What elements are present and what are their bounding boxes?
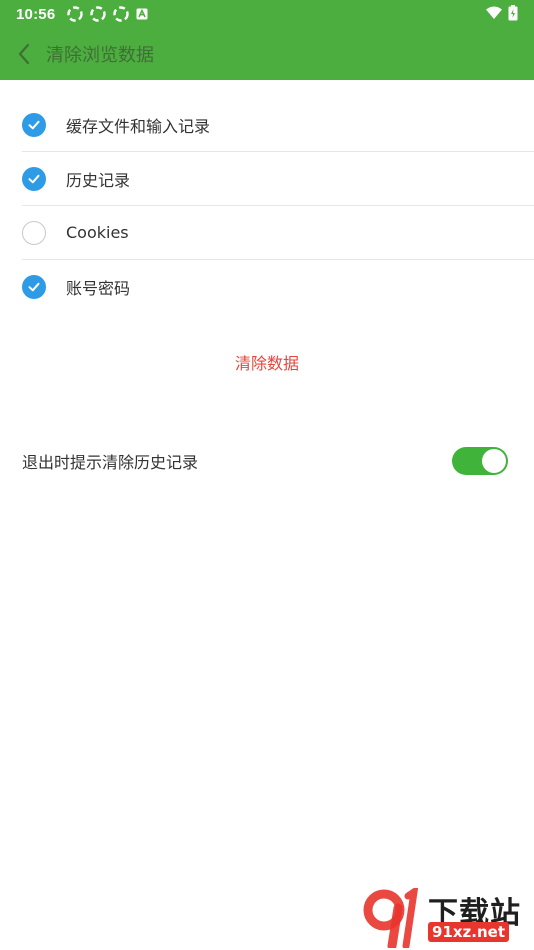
exit-prompt-label: 退出时提示清除历史记录 <box>22 453 199 472</box>
clear-options-list: 缓存文件和输入记录 历史记录 Cookies 账号密码 <box>22 98 534 314</box>
clear-data-button[interactable]: 清除数据 <box>0 350 534 374</box>
checkbox-checked-icon[interactable] <box>22 166 46 191</box>
back-button[interactable] <box>2 28 46 80</box>
chevron-left-icon <box>18 43 30 65</box>
status-system-icons <box>486 5 518 21</box>
option-label: 缓存文件和输入记录 <box>66 116 211 136</box>
checkbox-unchecked-icon[interactable] <box>22 220 46 245</box>
sync-icon <box>67 6 84 22</box>
sync-icon <box>90 6 107 22</box>
option-cache-and-input[interactable]: 缓存文件和输入记录 <box>22 98 534 152</box>
option-history[interactable]: 历史记录 <box>22 152 534 206</box>
option-passwords[interactable]: 账号密码 <box>22 260 534 314</box>
page-title: 清除浏览数据 <box>46 45 154 66</box>
wifi-icon <box>486 6 502 19</box>
watermark-91-logo-icon <box>363 888 419 948</box>
checkbox-checked-icon[interactable] <box>22 112 46 137</box>
exit-prompt-toggle[interactable] <box>452 447 508 475</box>
watermark-url: 91xz.net <box>428 922 510 942</box>
option-label: Cookies <box>66 223 129 242</box>
exit-prompt-setting: 退出时提示清除历史记录 <box>22 446 508 476</box>
watermark-logo: 下载站 91xz.net <box>362 888 532 948</box>
app-bar: 清除浏览数据 <box>0 28 534 80</box>
option-cookies[interactable]: Cookies <box>22 206 534 260</box>
status-time: 10:56 <box>16 5 56 23</box>
battery-icon <box>508 5 518 21</box>
status-notification-icons <box>67 6 148 22</box>
status-bar: 10:56 <box>0 0 534 28</box>
toggle-knob <box>482 449 506 473</box>
option-label: 账号密码 <box>66 279 131 298</box>
checkbox-checked-icon[interactable] <box>22 275 46 299</box>
option-label: 历史记录 <box>66 170 131 190</box>
sync-icon <box>113 6 130 22</box>
a-badge-icon <box>136 8 148 20</box>
